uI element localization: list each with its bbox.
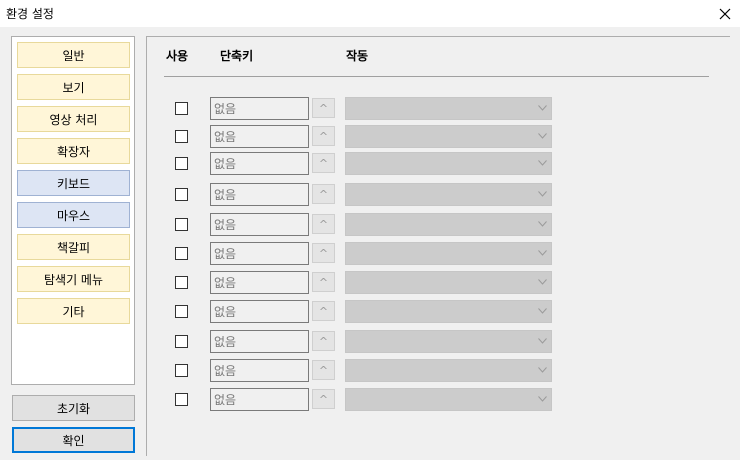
shortcut-key-button[interactable]: ^	[312, 389, 335, 409]
table-row: 없음 ^	[147, 125, 731, 149]
shortcut-key-button[interactable]: ^	[312, 126, 335, 146]
shortcut-field[interactable]: 없음	[210, 388, 309, 411]
chevron-down-icon	[538, 133, 547, 139]
keyboard-settings-panel: 사용 단축키 작동 없음 ^ 없음 ^ 없음 ^ 없음 ^ 없음 ^ 없음 ^ …	[146, 36, 730, 456]
action-dropdown[interactable]	[345, 125, 552, 148]
action-dropdown[interactable]	[345, 97, 552, 120]
enable-checkbox[interactable]	[175, 247, 188, 260]
shortcut-key-button[interactable]: ^	[312, 98, 335, 118]
action-dropdown[interactable]	[345, 152, 552, 175]
chevron-down-icon	[538, 308, 547, 314]
enable-checkbox[interactable]	[175, 335, 188, 348]
title-bar: 환경 설정	[0, 0, 740, 27]
enable-checkbox[interactable]	[175, 305, 188, 318]
chevron-down-icon	[538, 338, 547, 344]
sidebar-item-mouse[interactable]: 마우스	[17, 202, 130, 228]
enable-checkbox[interactable]	[175, 364, 188, 377]
close-button[interactable]	[710, 0, 740, 27]
table-row: 없음 ^	[147, 213, 731, 237]
chevron-down-icon	[538, 191, 547, 197]
enable-checkbox[interactable]	[175, 393, 188, 406]
sidebar-item-explorer-menu[interactable]: 탐색기 메뉴	[17, 266, 130, 292]
enable-checkbox[interactable]	[175, 102, 188, 115]
chevron-down-icon	[538, 105, 547, 111]
shortcut-field[interactable]: 없음	[210, 242, 309, 265]
enable-checkbox[interactable]	[175, 218, 188, 231]
ok-button[interactable]: 확인	[12, 427, 135, 453]
action-dropdown[interactable]	[345, 330, 552, 353]
shortcut-field[interactable]: 없음	[210, 213, 309, 236]
enable-checkbox[interactable]	[175, 188, 188, 201]
enable-checkbox[interactable]	[175, 157, 188, 170]
table-row: 없음 ^	[147, 271, 731, 295]
sidebar-item-image-processing[interactable]: 영상 처리	[17, 106, 130, 132]
header-action: 작동	[346, 49, 369, 63]
header-shortcut: 단축키	[220, 49, 254, 63]
action-dropdown[interactable]	[345, 242, 552, 265]
chevron-down-icon	[538, 160, 547, 166]
shortcut-field[interactable]: 없음	[210, 97, 309, 120]
shortcut-key-button[interactable]: ^	[312, 360, 335, 380]
sidebar-item-general[interactable]: 일반	[17, 42, 130, 68]
action-dropdown[interactable]	[345, 300, 552, 323]
shortcut-key-button[interactable]: ^	[312, 153, 335, 173]
shortcut-field[interactable]: 없음	[210, 152, 309, 175]
chevron-down-icon	[538, 279, 547, 285]
shortcut-field[interactable]: 없음	[210, 359, 309, 382]
table-row: 없음 ^	[147, 330, 731, 354]
sidebar-item-misc[interactable]: 기타	[17, 298, 130, 324]
shortcut-key-button[interactable]: ^	[312, 301, 335, 321]
shortcut-key-button[interactable]: ^	[312, 243, 335, 263]
enable-checkbox[interactable]	[175, 130, 188, 143]
chevron-down-icon	[538, 396, 547, 402]
table-row: 없음 ^	[147, 183, 731, 207]
shortcut-field[interactable]: 없음	[210, 183, 309, 206]
chevron-down-icon	[538, 367, 547, 373]
shortcut-field[interactable]: 없음	[210, 271, 309, 294]
shortcut-field[interactable]: 없음	[210, 125, 309, 148]
close-icon	[719, 8, 731, 19]
reset-button[interactable]: 초기화	[12, 395, 135, 421]
table-row: 없음 ^	[147, 242, 731, 266]
action-dropdown[interactable]	[345, 271, 552, 294]
sidebar-item-extensions[interactable]: 확장자	[17, 138, 130, 164]
table-row: 없음 ^	[147, 300, 731, 324]
window-title: 환경 설정	[6, 7, 54, 21]
table-row: 없음 ^	[147, 359, 731, 383]
header-divider	[164, 76, 709, 77]
shortcut-key-button[interactable]: ^	[312, 214, 335, 234]
category-sidebar: 일반 보기 영상 처리 확장자 키보드 마우스 책갈피 탐색기 메뉴 기타	[11, 36, 135, 385]
shortcut-field[interactable]: 없음	[210, 300, 309, 323]
header-enabled: 사용	[166, 49, 189, 63]
enable-checkbox[interactable]	[175, 276, 188, 289]
table-row: 없음 ^	[147, 152, 731, 176]
sidebar-item-keyboard[interactable]: 키보드	[17, 170, 130, 196]
chevron-down-icon	[538, 221, 547, 227]
chevron-down-icon	[538, 250, 547, 256]
table-row: 없음 ^	[147, 97, 731, 121]
shortcut-key-button[interactable]: ^	[312, 184, 335, 204]
shortcut-key-button[interactable]: ^	[312, 331, 335, 351]
shortcut-key-button[interactable]: ^	[312, 272, 335, 292]
action-dropdown[interactable]	[345, 183, 552, 206]
action-dropdown[interactable]	[345, 213, 552, 236]
shortcut-field[interactable]: 없음	[210, 330, 309, 353]
action-dropdown[interactable]	[345, 388, 552, 411]
table-row: 없음 ^	[147, 388, 731, 412]
action-dropdown[interactable]	[345, 359, 552, 382]
sidebar-item-view[interactable]: 보기	[17, 74, 130, 100]
sidebar-item-bookmarks[interactable]: 책갈피	[17, 234, 130, 260]
